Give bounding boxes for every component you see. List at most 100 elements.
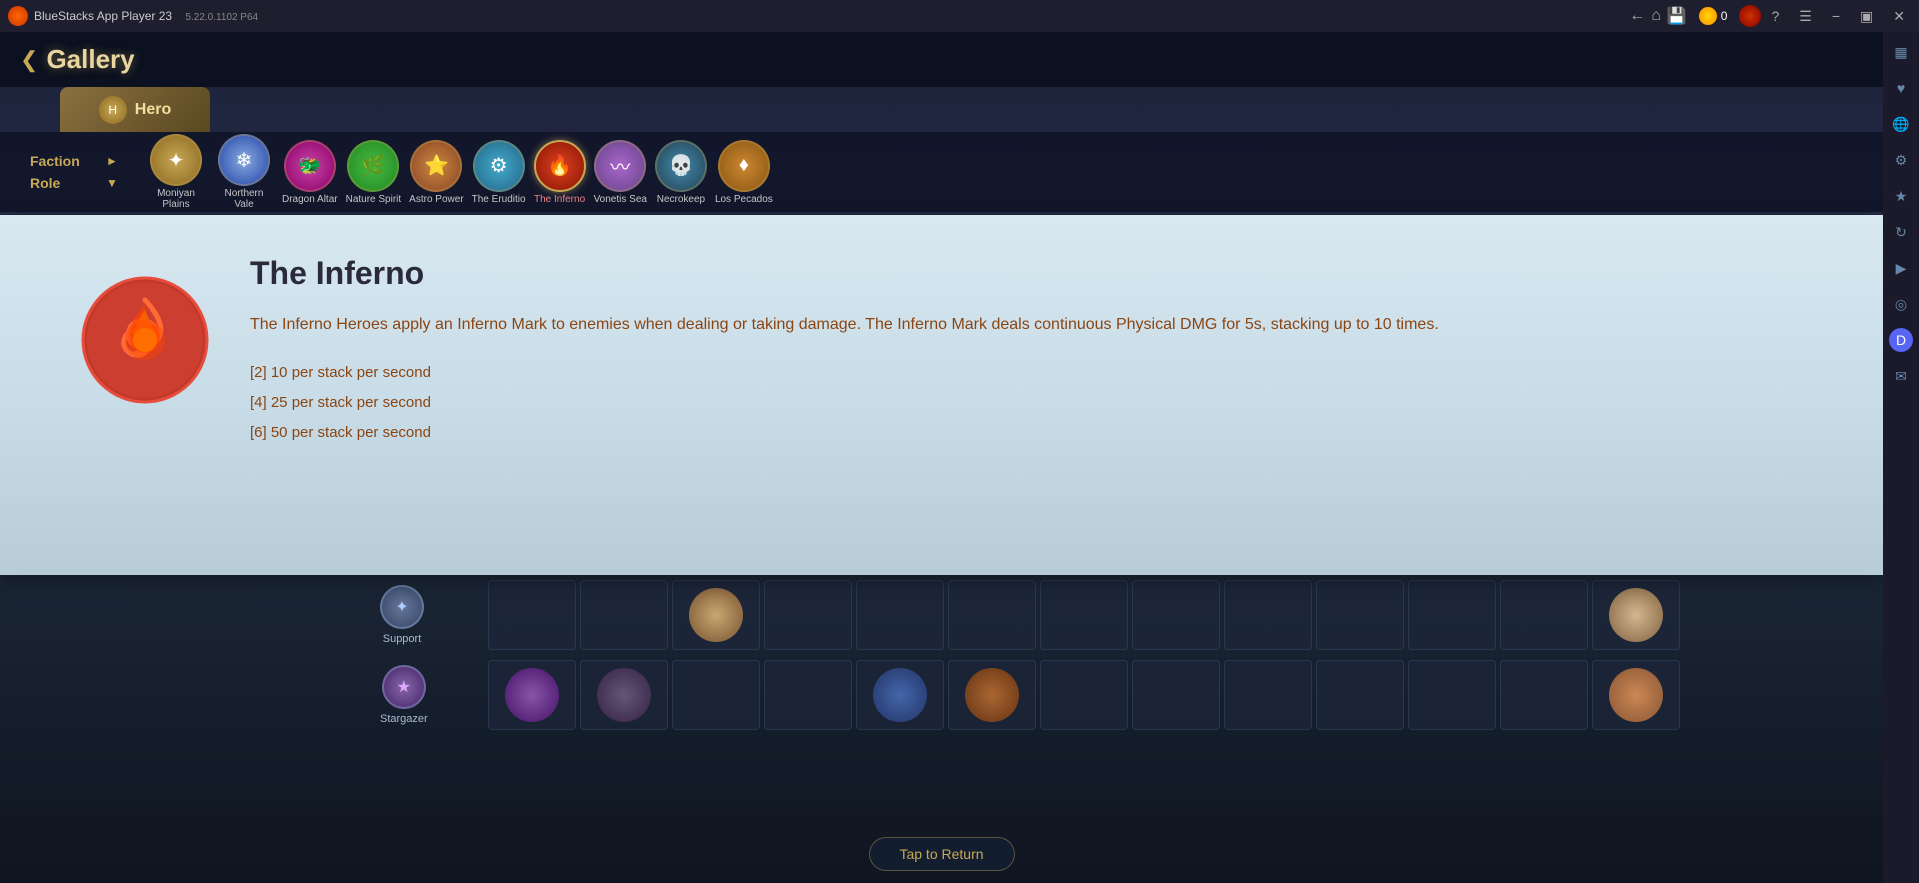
hero-cell[interactable] <box>948 580 1036 650</box>
back-button[interactable]: ❮ Gallery <box>20 44 135 75</box>
hero-cell[interactable] <box>580 580 668 650</box>
faction-necro-label: Necrokeep <box>657 194 705 205</box>
sidebar-icon-3[interactable]: 🌐 <box>1889 112 1913 136</box>
support-role-icon: ✦ <box>380 585 424 629</box>
faction-dragon-icon: 🐲 <box>284 140 336 192</box>
hero-cell[interactable] <box>488 660 576 730</box>
support-role-label[interactable]: ✦ Support <box>380 585 424 645</box>
hero-cell[interactable] <box>1408 580 1496 650</box>
hero-avatar <box>965 668 1019 722</box>
hero-avatar <box>505 668 559 722</box>
stargazer-role-icon: ★ <box>382 665 426 709</box>
hero-cell[interactable] <box>1500 580 1588 650</box>
hero-tab-label: Hero <box>135 101 171 119</box>
hero-cell[interactable] <box>1316 660 1404 730</box>
nav-icons: ← ⌂ 💾 <box>1629 6 1687 26</box>
faction-inferno-icon: 🔥 <box>534 140 586 192</box>
back-nav-icon[interactable]: ← <box>1629 7 1645 25</box>
minimize-btn[interactable]: − <box>1826 6 1846 26</box>
hero-cell[interactable] <box>856 660 944 730</box>
stargazer-role-label[interactable]: ★ Stargazer <box>380 665 428 725</box>
back-chevron-icon: ❮ <box>20 47 38 73</box>
hero-cell[interactable] <box>1132 580 1220 650</box>
hero-cell[interactable] <box>764 660 852 730</box>
faction-dragon-label: Dragon Altar <box>282 194 338 205</box>
hero-avatar <box>689 588 743 642</box>
sidebar-icon-6[interactable]: ↻ <box>1889 220 1913 244</box>
faction-icons-row: ✦ Moniyan Plains ❄ Northern Vale 🐲 Drago… <box>146 134 1853 210</box>
hero-cell[interactable] <box>1500 660 1588 730</box>
sidebar-icon-8[interactable]: ◎ <box>1889 292 1913 316</box>
hero-avatar <box>1609 668 1663 722</box>
faction-arrow-icon[interactable]: ► <box>106 154 118 168</box>
hero-cell[interactable] <box>1592 660 1680 730</box>
hero-cell[interactable] <box>1592 580 1680 650</box>
faction-astro-label: Astro Power <box>409 194 463 205</box>
faction-astro[interactable]: ⭐ Astro Power <box>409 140 463 205</box>
stargazer-hero-row <box>480 655 1883 735</box>
faction-necro-icon: 💀 <box>655 140 707 192</box>
hero-cell[interactable] <box>1316 580 1404 650</box>
stargazer-label: Stargazer <box>380 713 428 725</box>
question-btn[interactable]: ? <box>1765 6 1785 26</box>
hero-cell[interactable] <box>1040 580 1128 650</box>
sidebar-icon-5[interactable]: ★ <box>1889 184 1913 208</box>
discord-icon[interactable]: D <box>1889 328 1913 352</box>
hero-cell[interactable] <box>672 660 760 730</box>
role-arrow-icon[interactable]: ▼ <box>106 176 118 190</box>
sidebar-icon-1[interactable]: ▦ <box>1889 40 1913 64</box>
sidebar-icon-9[interactable]: ✉ <box>1889 364 1913 388</box>
user-avatar[interactable] <box>1739 5 1761 27</box>
faction-vonetis-label: Vonetis Sea <box>594 194 647 205</box>
faction-moniyan-label: Moniyan Plains <box>146 188 206 210</box>
hero-cell[interactable] <box>764 580 852 650</box>
faction-northern-label: Northern Vale <box>214 188 274 210</box>
support-section: ✦ Support <box>0 575 1883 655</box>
hero-cell[interactable] <box>856 580 944 650</box>
hero-cell[interactable] <box>1132 660 1220 730</box>
faction-dragon[interactable]: 🐲 Dragon Altar <box>282 140 338 205</box>
faction-eruditio-label: The Eruditio <box>472 194 526 205</box>
hero-cell[interactable] <box>1224 660 1312 730</box>
menu-btn[interactable]: ☰ <box>1793 6 1818 27</box>
gallery-header: ❮ Gallery <box>0 32 1883 87</box>
stargazer-section: ★ Stargazer <box>0 655 1883 735</box>
faction-northern[interactable]: ❄ Northern Vale <box>214 134 274 210</box>
faction-necro[interactable]: 💀 Necrokeep <box>655 140 707 205</box>
restore-btn[interactable]: ▣ <box>1854 6 1879 27</box>
home-nav-icon[interactable]: ⌂ <box>1651 7 1661 25</box>
hero-tab[interactable]: H Hero <box>60 87 210 132</box>
hero-cell[interactable] <box>1040 660 1128 730</box>
faction-eruditio-icon: ⚙ <box>473 140 525 192</box>
faction-nature[interactable]: 🌿 Nature Spirit <box>346 140 402 205</box>
hero-cell[interactable] <box>1408 660 1496 730</box>
hero-cell[interactable] <box>948 660 1036 730</box>
faction-moniyan[interactable]: ✦ Moniyan Plains <box>146 134 206 210</box>
window-controls: ? ☰ − ▣ ✕ <box>1765 6 1911 27</box>
inferno-logo <box>80 275 210 405</box>
sidebar-icon-4[interactable]: ⚙ <box>1889 148 1913 172</box>
tap-to-return-button[interactable]: Tap to Return <box>868 837 1014 871</box>
gallery-title: Gallery <box>46 44 134 75</box>
support-label: Support <box>383 633 422 645</box>
faction-astro-icon: ⭐ <box>410 140 462 192</box>
inferno-title: The Inferno <box>250 255 1803 292</box>
sidebar-icon-7[interactable]: ▶ <box>1889 256 1913 280</box>
title-bar: BlueStacks App Player 23 5.22.0.1102 P64… <box>0 0 1919 32</box>
hero-avatar <box>597 668 651 722</box>
hero-cell[interactable] <box>488 580 576 650</box>
faction-lospeca[interactable]: ♦ Los Pecados <box>715 140 773 205</box>
hero-cell[interactable] <box>1224 580 1312 650</box>
sidebar-icon-2[interactable]: ♥ <box>1889 76 1913 100</box>
save-nav-icon[interactable]: 💾 <box>1667 6 1687 26</box>
faction-nature-label: Nature Spirit <box>346 194 402 205</box>
faction-vonetis[interactable]: 〰 Vonetis Sea <box>594 140 647 205</box>
hero-cell[interactable] <box>580 660 668 730</box>
hero-cell[interactable] <box>672 580 760 650</box>
faction-lospeca-icon: ♦ <box>718 140 770 192</box>
close-btn[interactable]: ✕ <box>1887 6 1911 27</box>
faction-inferno[interactable]: 🔥 The Inferno <box>534 140 586 205</box>
faction-eruditio[interactable]: ⚙ The Eruditio <box>472 140 526 205</box>
inferno-stat3: [6] 50 per stack per second <box>250 418 1803 448</box>
support-hero-row <box>480 575 1883 655</box>
